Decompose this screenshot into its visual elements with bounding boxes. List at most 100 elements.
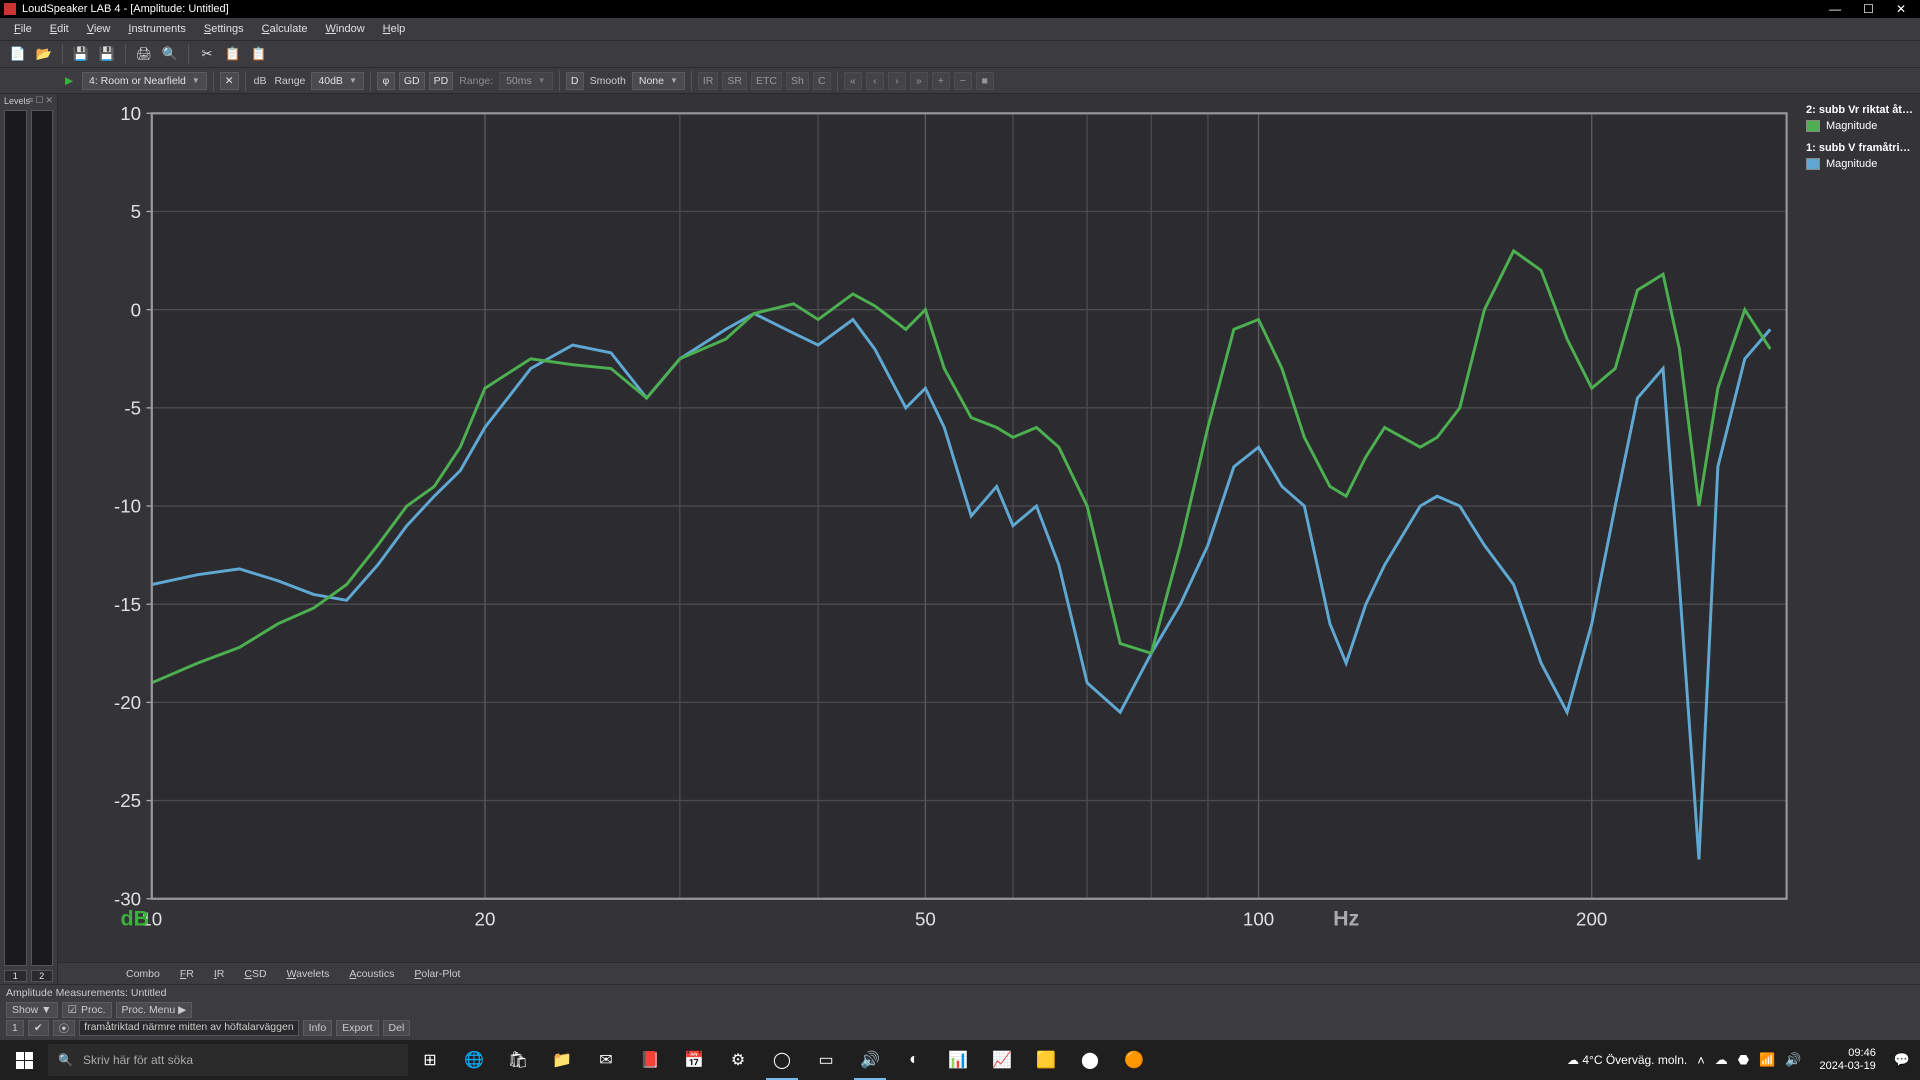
- legend-item-magnitude-1[interactable]: Magnitude: [1806, 158, 1914, 170]
- nav-prev-button[interactable]: ‹: [866, 72, 884, 90]
- sr-button[interactable]: SR: [722, 72, 747, 90]
- settings-icon-button[interactable]: ✕: [220, 72, 239, 90]
- print-preview-button[interactable]: 🔍: [160, 44, 180, 64]
- time-range-dropdown[interactable]: 50ms ▼: [499, 72, 553, 90]
- proc-checkbox[interactable]: ☑ Proc.: [62, 1002, 112, 1018]
- measurement-row-visible-checkbox[interactable]: ✔: [28, 1020, 49, 1036]
- taskbar-app-calendar[interactable]: 📅: [672, 1040, 716, 1080]
- tray-app-icon[interactable]: ⬣: [1738, 1052, 1749, 1068]
- tray-volume-icon[interactable]: 🔊: [1785, 1052, 1801, 1068]
- db-range-value: 40dB: [318, 75, 343, 87]
- taskbar-app-generic-6[interactable]: 🟨: [1024, 1040, 1068, 1080]
- close-button[interactable]: ✕: [1896, 2, 1906, 16]
- taskbar-app-generic-7[interactable]: ⬤: [1068, 1040, 1112, 1080]
- measurement-mode-dropdown[interactable]: 4: Room or Nearfield ▼: [82, 72, 207, 90]
- measurements-panel: Amplitude Measurements: Untitled Show ▼ …: [0, 984, 1920, 1040]
- tray-onedrive-icon[interactable]: ☁: [1715, 1052, 1728, 1068]
- panel-window-controls[interactable]: ≡☐✕: [28, 95, 55, 106]
- weather-widget[interactable]: ☁ 4°C Överväg. moln.: [1567, 1053, 1687, 1067]
- divider: [691, 71, 692, 91]
- smooth-dropdown[interactable]: None ▼: [632, 72, 685, 90]
- proc-menu-button[interactable]: Proc. Menu ▶: [116, 1002, 193, 1018]
- frequency-response-plot[interactable]: -30-25-20-15-10-50510102050100200dBHz: [58, 94, 1800, 962]
- sh-button[interactable]: Sh: [786, 72, 809, 90]
- pd-button[interactable]: PD: [429, 72, 454, 90]
- taskbar-clock[interactable]: 09:46 2024-03-19: [1812, 1047, 1884, 1073]
- taskbar-app-explorer[interactable]: 📁: [540, 1040, 584, 1080]
- measurement-description[interactable]: framåtriktad närmre mitten av höftalarvä…: [79, 1020, 299, 1036]
- ir-button[interactable]: IR: [698, 72, 719, 90]
- paste-button[interactable]: 📋: [249, 44, 269, 64]
- main-toolbar: 📄 📂 💾 💾 🖨 🔍 ✂ 📋 📋: [0, 40, 1920, 68]
- taskbar-app-store[interactable]: 🛍: [496, 1040, 540, 1080]
- legend-swatch-green: [1806, 120, 1820, 132]
- export-button[interactable]: Export: [336, 1020, 378, 1036]
- save-button[interactable]: 💾: [71, 44, 91, 64]
- menu-instruments[interactable]: Instruments: [120, 21, 193, 37]
- maximize-button[interactable]: ☐: [1863, 2, 1874, 16]
- tab-fr[interactable]: FR: [172, 966, 202, 982]
- menu-calculate[interactable]: Calculate: [254, 21, 316, 37]
- cut-button[interactable]: ✂: [197, 44, 217, 64]
- start-button[interactable]: [0, 1040, 48, 1080]
- nav-next-button[interactable]: ›: [888, 72, 906, 90]
- svg-text:-20: -20: [114, 692, 141, 713]
- phase-button[interactable]: φ: [377, 72, 395, 90]
- stop-button[interactable]: ■: [976, 72, 994, 90]
- save-all-button[interactable]: 💾: [97, 44, 117, 64]
- notification-center-button[interactable]: 💬: [1894, 1052, 1910, 1068]
- menu-window[interactable]: Window: [318, 21, 373, 37]
- minimize-button[interactable]: —: [1829, 2, 1841, 16]
- d-button[interactable]: D: [566, 72, 584, 90]
- etc-button[interactable]: ETC: [751, 72, 782, 90]
- nav-last-button[interactable]: »: [910, 72, 928, 90]
- svg-text:dB: dB: [121, 906, 150, 930]
- new-file-button[interactable]: 📄: [8, 44, 28, 64]
- taskbar-app-generic-5[interactable]: 📈: [980, 1040, 1024, 1080]
- measurement-row-radio[interactable]: ⦿: [53, 1020, 76, 1036]
- remove-button[interactable]: −: [954, 72, 972, 90]
- taskbar-app-generic-2[interactable]: ▭: [804, 1040, 848, 1080]
- taskbar-time: 09:46: [1820, 1047, 1876, 1060]
- info-button[interactable]: Info: [303, 1020, 333, 1036]
- play-button[interactable]: ▶: [60, 72, 78, 90]
- tab-csd[interactable]: CSD: [236, 966, 274, 982]
- gd-button[interactable]: GD: [399, 72, 425, 90]
- taskbar-app-mail[interactable]: ✉: [584, 1040, 628, 1080]
- menu-help[interactable]: Help: [375, 21, 414, 37]
- show-dropdown[interactable]: Show ▼: [6, 1002, 58, 1018]
- taskbar-app-generic-4[interactable]: 📊: [936, 1040, 980, 1080]
- taskbar-search[interactable]: 🔍 Skriv här för att söka: [48, 1044, 408, 1076]
- taskbar-app-edge[interactable]: 🌐: [452, 1040, 496, 1080]
- copy-button[interactable]: 📋: [223, 44, 243, 64]
- taskbar-app-loudspeaker-lab[interactable]: 🔊: [848, 1040, 892, 1080]
- tab-ir[interactable]: IR: [206, 966, 233, 982]
- db-range-dropdown[interactable]: 40dB ▼: [311, 72, 363, 90]
- tab-polar[interactable]: Polar-Plot: [406, 966, 468, 982]
- legend-item-magnitude-2[interactable]: Magnitude: [1806, 120, 1914, 132]
- add-button[interactable]: +: [932, 72, 950, 90]
- svg-text:10: 10: [120, 103, 141, 124]
- taskbar-app-generic[interactable]: 📕: [628, 1040, 672, 1080]
- print-button[interactable]: 🖨: [134, 44, 154, 64]
- menu-view[interactable]: View: [79, 21, 119, 37]
- taskbar-app-settings[interactable]: ⚙: [716, 1040, 760, 1080]
- tab-wavelets[interactable]: Wavelets: [279, 966, 338, 982]
- tab-acoustics[interactable]: Acoustics: [341, 966, 402, 982]
- menu-file[interactable]: File: [6, 21, 40, 37]
- divider: [559, 71, 560, 91]
- taskbar-app-generic-3[interactable]: ◐: [892, 1040, 936, 1080]
- nav-first-button[interactable]: «: [844, 72, 862, 90]
- open-file-button[interactable]: 📂: [34, 44, 54, 64]
- c-button[interactable]: C: [813, 72, 831, 90]
- tray-chevron-up-icon[interactable]: ˄: [1697, 1053, 1705, 1068]
- taskbar-app-generic-8[interactable]: 🟠: [1112, 1040, 1156, 1080]
- task-view-button[interactable]: ⊞: [408, 1040, 452, 1080]
- menu-settings[interactable]: Settings: [196, 21, 252, 37]
- tray-wifi-icon[interactable]: 📶: [1759, 1052, 1775, 1068]
- chevron-down-icon: ▼: [538, 76, 546, 85]
- menu-edit[interactable]: Edit: [42, 21, 77, 37]
- taskbar-app-chrome[interactable]: ◯: [760, 1040, 804, 1080]
- tab-combo[interactable]: Combo: [118, 966, 168, 982]
- delete-button[interactable]: Del: [383, 1020, 411, 1036]
